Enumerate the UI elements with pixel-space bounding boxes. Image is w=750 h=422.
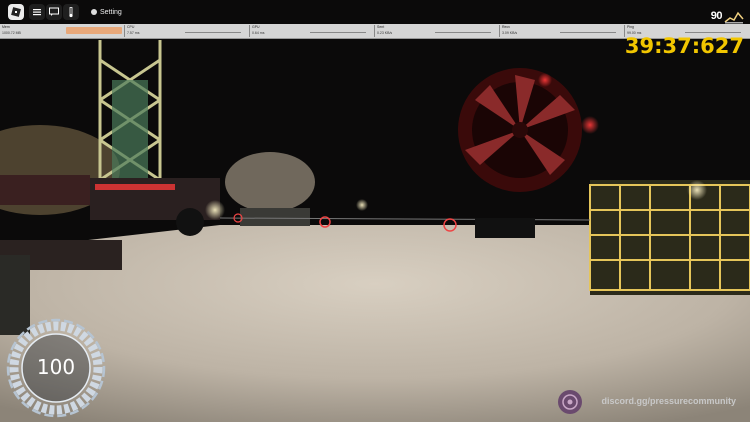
stat-sent-label: Sent <box>377 25 385 29</box>
roblox-menu-button[interactable] <box>8 4 24 20</box>
stat-ping-graph <box>685 32 741 33</box>
game-scene <box>0 0 750 422</box>
stat-gpu-graph <box>310 32 366 33</box>
chat-button[interactable] <box>46 4 62 20</box>
stat-mem-value: 1000.72 MB <box>2 31 21 35</box>
stat-sent[interactable]: Sent 0.23 KB/s <box>375 25 500 37</box>
stat-cpu-graph <box>185 32 241 33</box>
emote-button[interactable] <box>63 4 79 20</box>
stat-cpu[interactable]: CPU 7.57 ms <box>125 25 250 37</box>
server-emblem-icon <box>562 394 578 410</box>
roblox-logo-icon <box>11 7 21 17</box>
stat-recv-label: Recv <box>502 25 510 29</box>
stat-recv-value: 3.09 KB/s <box>502 31 518 35</box>
stat-sent-value: 0.23 KB/s <box>377 31 393 35</box>
thermometer-icon <box>69 7 73 18</box>
stat-sent-graph <box>435 32 491 33</box>
setting-button[interactable]: Setting <box>91 8 122 18</box>
stat-gpu[interactable]: GPU 0.64 ms <box>250 25 375 37</box>
run-timer: 39:37:627 <box>624 34 744 58</box>
stat-recv[interactable]: Recv 3.09 KB/s <box>500 25 625 37</box>
hamburger-menu-button[interactable] <box>29 4 45 20</box>
setting-dot-icon <box>91 9 97 16</box>
stat-recv-graph <box>560 32 616 33</box>
stat-gpu-label: GPU <box>252 25 260 29</box>
stat-gpu-value: 0.64 ms <box>252 31 265 35</box>
setting-label: Setting <box>100 9 122 16</box>
discord-invite-text: discord.gg/pressurecommunity <box>601 396 736 406</box>
health-value: 100 <box>36 355 76 379</box>
stat-cpu-value: 7.57 ms <box>127 31 140 35</box>
fps-counter: 90 <box>710 10 723 22</box>
fps-graph-icon <box>724 11 744 24</box>
hamburger-icon <box>33 9 41 16</box>
chat-icon <box>49 7 59 16</box>
stat-cpu-label: CPU <box>127 25 135 29</box>
top-bar: Setting 90 <box>0 0 750 24</box>
discord-server-icon <box>558 390 582 414</box>
mem-usage-bar <box>66 27 122 34</box>
stat-ping-label: Ping <box>627 25 635 29</box>
stat-mem-label: Mem <box>2 25 10 29</box>
